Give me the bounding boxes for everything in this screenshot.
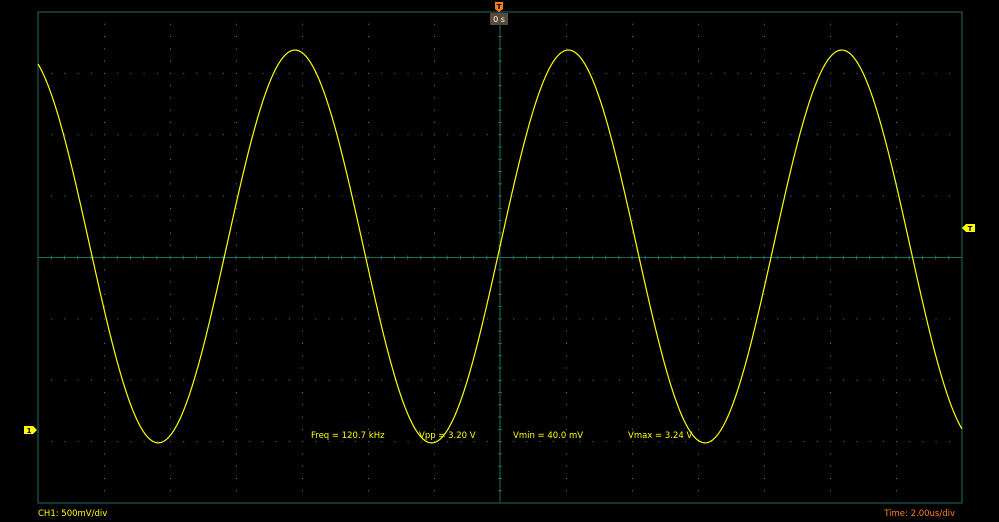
ch1-scale-label: CH1: 500mV/div (38, 509, 108, 519)
trigger-time-offset-box: 0 s (490, 13, 508, 25)
trigger-time-offset: 0 s (493, 15, 505, 24)
vpp-measurement: Vpp = 3.20 V (419, 431, 476, 441)
trigger-position-glyph: T (497, 3, 502, 11)
vmax-measurement: Vmax = 3.24 V (628, 431, 693, 441)
ch1-marker-glyph: 1 (27, 427, 32, 435)
vmin-measurement: Vmin = 40.0 mV (513, 431, 584, 441)
freq-measurement: Freq = 120.7 kHz (311, 431, 385, 441)
timebase-label: Time: 2.00us/div (884, 509, 955, 519)
oscilloscope-screen: T 0 s T 1 (0, 0, 999, 522)
trigger-level-glyph: T (968, 225, 973, 233)
